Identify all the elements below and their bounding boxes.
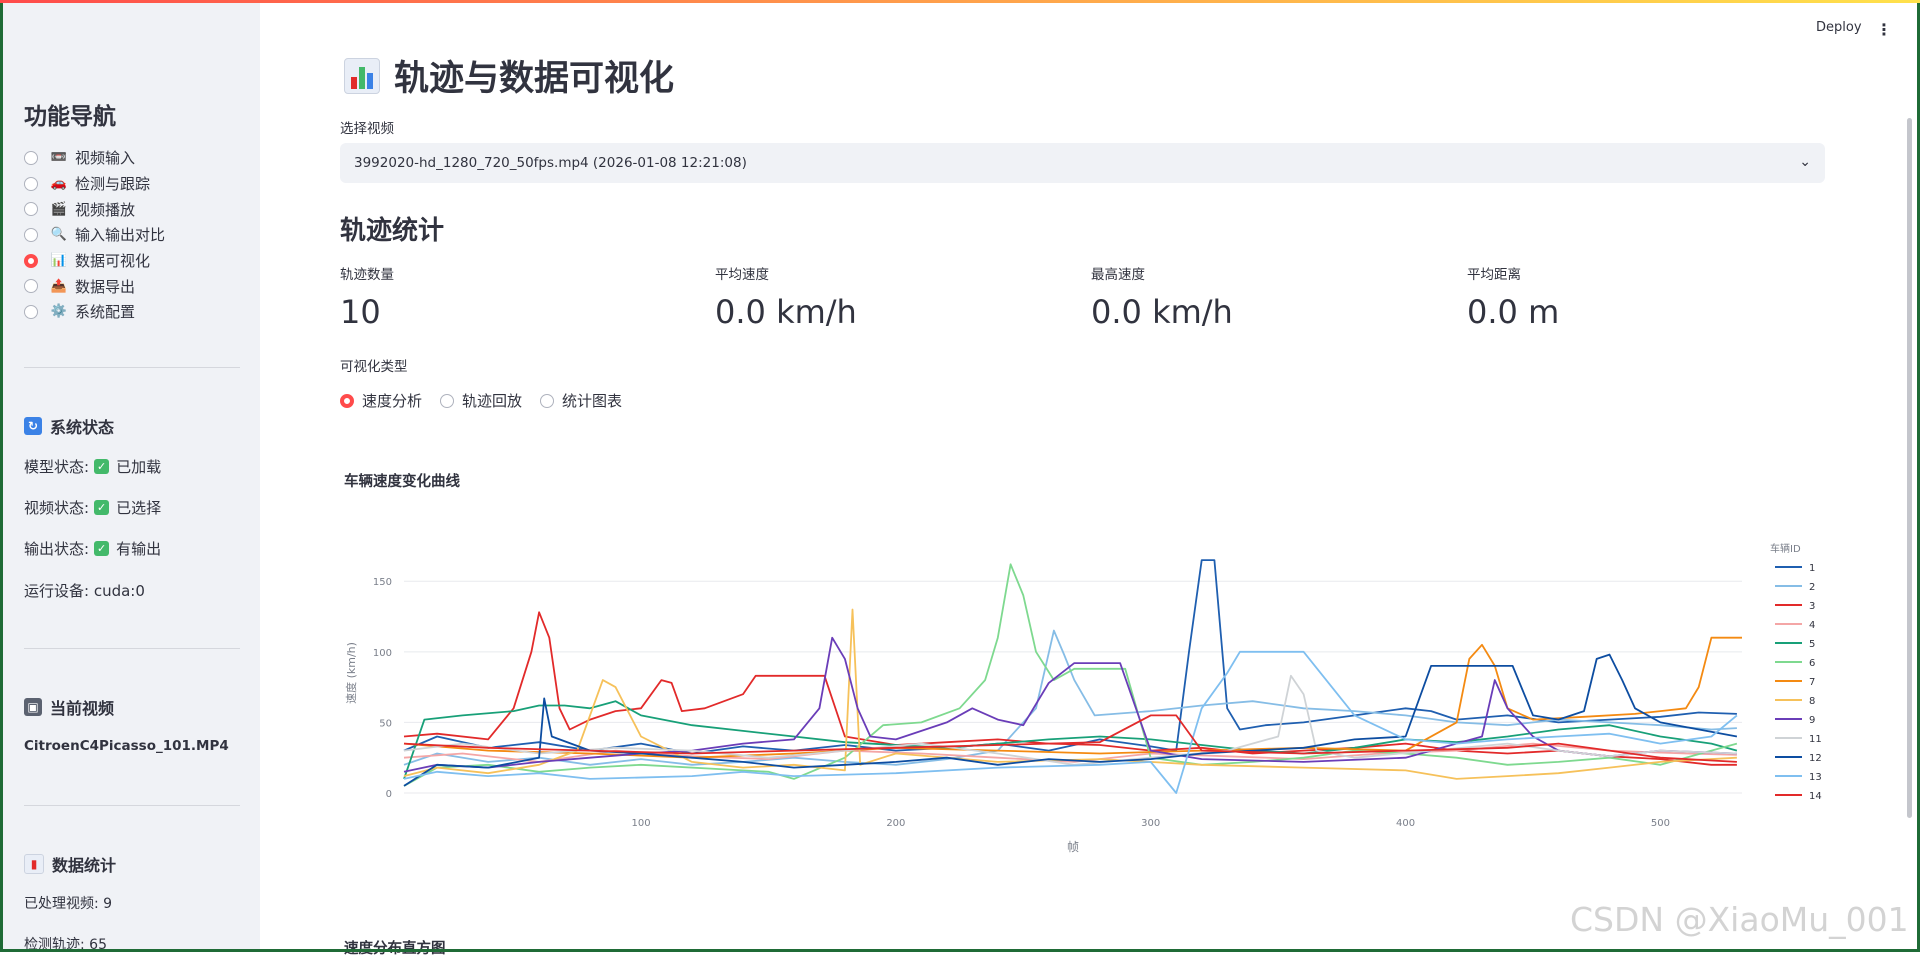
- legend-item-label: 12: [1809, 753, 1822, 764]
- legend-item-label: 2: [1809, 582, 1815, 593]
- x-tick-label: 100: [631, 818, 650, 829]
- y-tick-label: 150: [373, 577, 392, 588]
- legend-item-label: 1: [1809, 563, 1815, 574]
- legend-title: 车辆ID: [1770, 542, 1801, 555]
- legend-item-label: 4: [1809, 620, 1815, 631]
- legend-item-label: 9: [1809, 715, 1815, 726]
- legend-item-label: 13: [1809, 772, 1822, 783]
- y-tick-label: 0: [386, 789, 392, 800]
- speed-line-chart: 0 50 100 150 100 200 300 400 500 帧 速度 (km/h) 车辆ID 1…: [344, 542, 1822, 854]
- chart-legend: 车辆ID12345678911121314: [1770, 542, 1822, 802]
- watermark: CSDN @XiaoMu_001: [1570, 900, 1909, 939]
- y-axis-label: 速度 (km/h): [344, 642, 358, 704]
- legend-item-label: 3: [1809, 601, 1815, 612]
- legend-item-label: 6: [1809, 658, 1815, 669]
- chart-series-lines: [403, 559, 1742, 794]
- series-line-1: [403, 559, 1737, 755]
- legend-item-label: 11: [1809, 734, 1822, 745]
- x-tick-label: 400: [1396, 818, 1415, 829]
- y-tick-label: 50: [379, 718, 392, 729]
- legend-item-label: 7: [1809, 677, 1815, 688]
- x-tick-label: 300: [1141, 818, 1160, 829]
- legend-item-label: 14: [1809, 791, 1822, 802]
- x-tick-label: 500: [1651, 818, 1670, 829]
- x-tick-label: 200: [886, 818, 905, 829]
- series-line-7: [403, 636, 1742, 759]
- x-axis-label: 帧: [1067, 840, 1079, 854]
- legend-item-label: 5: [1809, 639, 1815, 650]
- top-accent-bar: [0, 0, 1920, 3]
- series-line-3: [403, 611, 1737, 766]
- legend-item-label: 8: [1809, 696, 1815, 707]
- y-tick-label: 100: [373, 648, 392, 659]
- histogram-title: 速度分布直方图: [344, 941, 446, 957]
